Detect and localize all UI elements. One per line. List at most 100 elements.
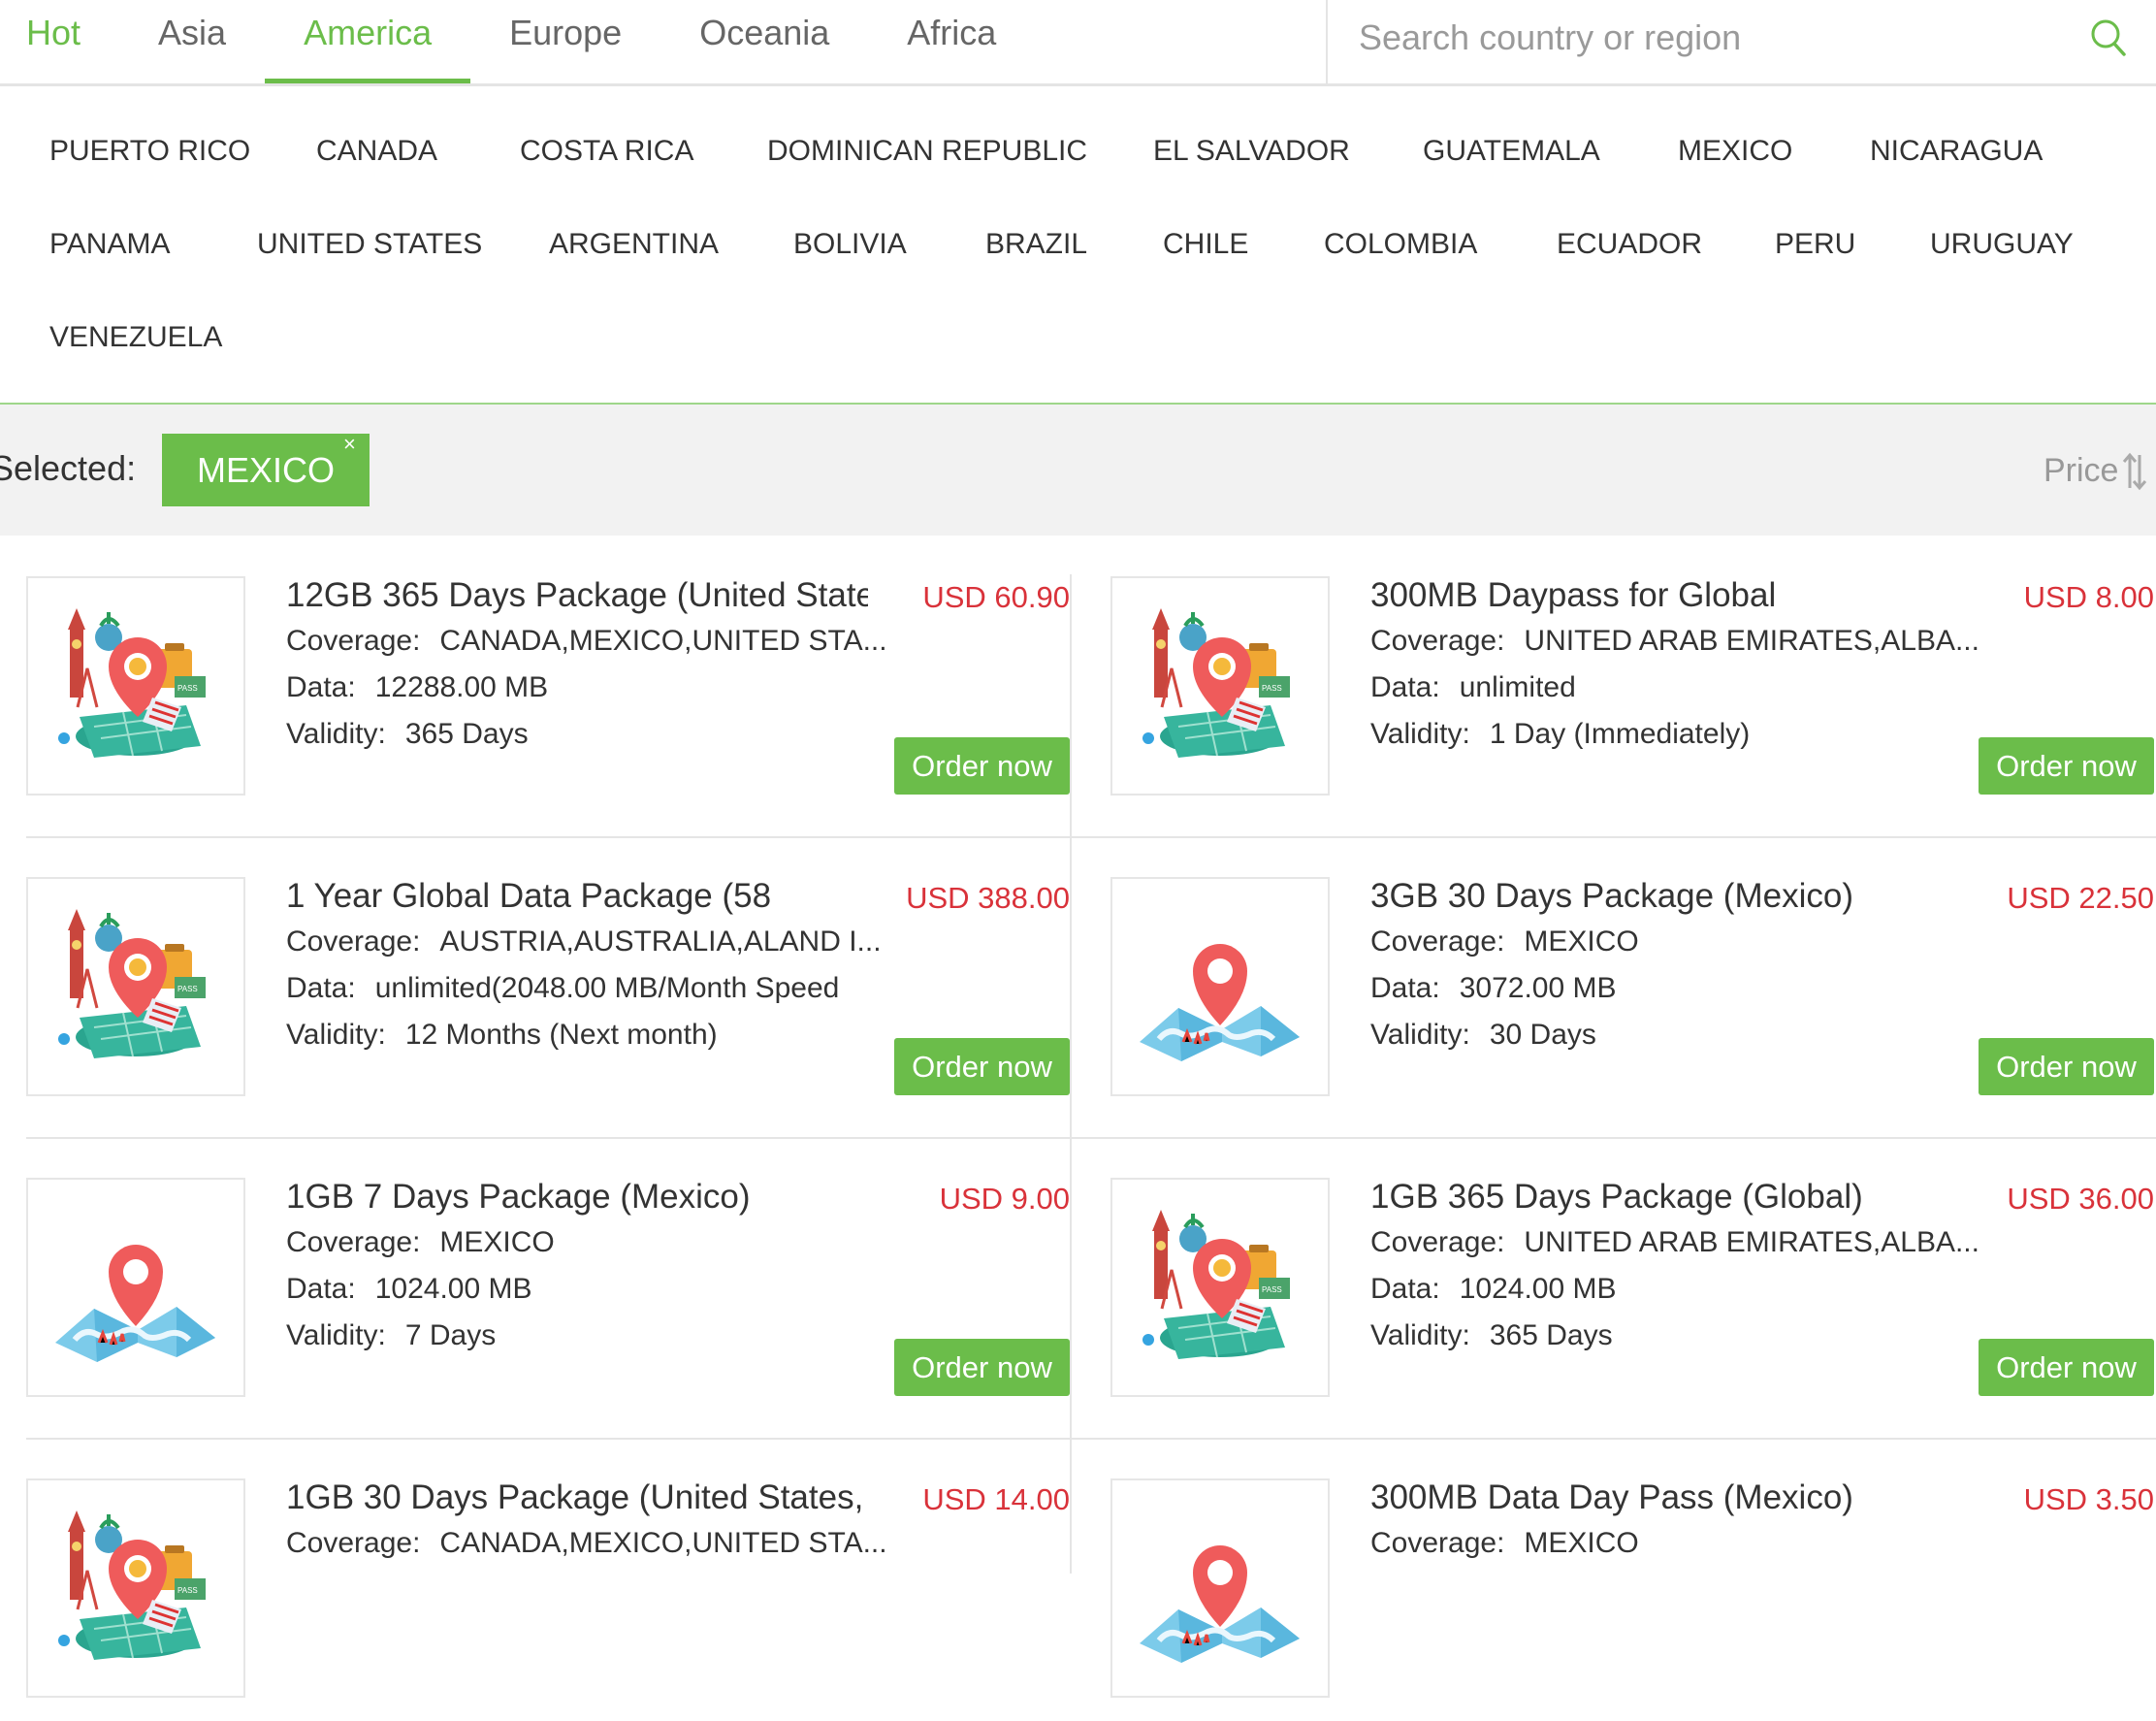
data-row: Data: unlimited [1370, 671, 1576, 704]
package-title[interactable]: 1GB 7 Days Package (Mexico) [286, 1178, 868, 1217]
coverage-value: UNITED ARAB EMIRATES,ALBA... [1524, 625, 1979, 657]
package-thumbnail[interactable]: PASS [26, 877, 245, 1096]
order-now-button[interactable]: Order now [1979, 1038, 2154, 1095]
country-guatemala[interactable]: GUATEMALA [1423, 135, 1600, 168]
validity-label: Validity: [1370, 718, 1470, 750]
country-dominican-republic[interactable]: DOMINICAN REPUBLIC [767, 135, 1087, 168]
selected-label: Selected: [0, 448, 137, 488]
data-value: unlimited(2048.00 MB/Month Speed [374, 972, 840, 1004]
package-title[interactable]: 1 Year Global Data Package (58 [286, 877, 868, 916]
validity-value: 12 Months (Next month) [404, 1019, 718, 1051]
remove-chip-icon[interactable]: × [343, 432, 356, 457]
data-row: Data: 3072.00 MB [1370, 972, 1617, 1005]
package-title[interactable]: 1GB 365 Days Package (Global) [1370, 1178, 1952, 1217]
data-row: Data: 1024.00 MB [286, 1273, 532, 1306]
package-card: PASS 300MB Daypass for Global USD 8.00 C… [1110, 576, 2154, 819]
data-value: 1024.00 MB [1459, 1273, 1617, 1305]
package-title[interactable]: 3GB 30 Days Package (Mexico) [1370, 877, 1952, 916]
validity-label: Validity: [1370, 1319, 1470, 1351]
package-thumbnail[interactable]: PASS [26, 1478, 245, 1698]
search-box [1326, 0, 2156, 83]
package-thumbnail[interactable] [1110, 877, 1330, 1096]
country-mexico[interactable]: MEXICO [1678, 135, 1792, 168]
map-pin-icon [1140, 1545, 1300, 1663]
tab-asia[interactable]: Asia [119, 0, 265, 83]
package-price: USD 8.00 [2023, 580, 2154, 614]
data-label: Data: [286, 1273, 356, 1305]
order-now-button[interactable]: Order now [894, 1339, 1070, 1396]
country-list: PUERTO RICO CANADA COSTA RICA DOMINICAN … [0, 87, 2156, 405]
validity-row: Validity: 30 Days [1370, 1019, 1596, 1052]
coverage-label: Coverage: [286, 1226, 421, 1258]
tab-america[interactable]: America [265, 0, 471, 83]
country-costa-rica[interactable]: COSTA RICA [520, 135, 693, 168]
package-price: USD 388.00 [906, 881, 1070, 915]
coverage-label: Coverage: [1370, 1226, 1505, 1258]
country-ecuador[interactable]: ECUADOR [1557, 228, 1702, 261]
package-thumbnail[interactable] [26, 1178, 245, 1397]
package-card: PASS 1 Year Global Data Package (58 USD … [26, 877, 1070, 1120]
country-peru[interactable]: PERU [1775, 228, 1855, 261]
country-united-states[interactable]: UNITED STATES [257, 228, 482, 261]
sort-arrows-icon[interactable] [2122, 451, 2147, 492]
package-title[interactable]: 300MB Daypass for Global [1370, 576, 1952, 615]
coverage-label: Coverage: [286, 925, 421, 958]
svg-text:PASS: PASS [177, 684, 198, 693]
tab-oceania[interactable]: Oceania [660, 0, 868, 83]
package-thumbnail[interactable] [1110, 1478, 1330, 1698]
country-bolivia[interactable]: BOLIVIA [793, 228, 907, 261]
order-now-button[interactable]: Order now [1979, 1339, 2154, 1396]
data-value: 1024.00 MB [374, 1273, 532, 1305]
country-chile[interactable]: CHILE [1163, 228, 1248, 261]
tab-europe[interactable]: Europe [470, 0, 660, 83]
order-now-button[interactable]: Order now [894, 737, 1070, 795]
package-title[interactable]: 300MB Data Day Pass (Mexico) [1370, 1478, 1952, 1517]
validity-value: 30 Days [1489, 1019, 1596, 1051]
svg-text:PASS: PASS [177, 1586, 198, 1595]
validity-row: Validity: 365 Days [286, 718, 529, 751]
data-label: Data: [1370, 1273, 1440, 1305]
validity-value: 7 Days [404, 1319, 497, 1351]
selected-chip-mexico[interactable]: MEXICO [162, 434, 370, 506]
coverage-row: Coverage: AUSTRIA,AUSTRALIA,ALAND I... [286, 925, 882, 958]
search-input[interactable] [1357, 8, 2059, 68]
country-brazil[interactable]: BRAZIL [985, 228, 1087, 261]
package-price: USD 60.90 [922, 580, 1070, 614]
coverage-row: Coverage: MEXICO [1370, 925, 1639, 958]
package-title[interactable]: 12GB 365 Days Package (United States, [286, 576, 868, 615]
price-sort-button[interactable]: Price [2043, 452, 2118, 490]
validity-row: Validity: 365 Days [1370, 1319, 1613, 1352]
tab-hot[interactable]: Hot [0, 0, 119, 83]
coverage-label: Coverage: [1370, 925, 1505, 958]
country-uruguay[interactable]: URUGUAY [1930, 228, 2074, 261]
country-puerto-rico[interactable]: PUERTO RICO [49, 135, 250, 168]
svg-text:PASS: PASS [1262, 1285, 1282, 1294]
search-icon[interactable] [2089, 16, 2128, 59]
country-argentina[interactable]: ARGENTINA [549, 228, 719, 261]
coverage-label: Coverage: [1370, 1527, 1505, 1559]
package-thumbnail[interactable]: PASS [1110, 576, 1330, 796]
country-panama[interactable]: PANAMA [49, 228, 170, 261]
country-nicaragua[interactable]: NICARAGUA [1870, 135, 2043, 168]
validity-row: Validity: 7 Days [286, 1319, 496, 1352]
map-pin-icon [55, 1245, 215, 1362]
package-thumbnail[interactable]: PASS [1110, 1178, 1330, 1397]
country-colombia[interactable]: COLOMBIA [1324, 228, 1477, 261]
package-thumbnail[interactable]: PASS [26, 576, 245, 796]
order-now-button[interactable]: Order now [1979, 737, 2154, 795]
order-now-button[interactable]: Order now [894, 1038, 1070, 1095]
coverage-value: UNITED ARAB EMIRATES,ALBA... [1524, 1226, 1979, 1258]
tab-africa[interactable]: Africa [868, 0, 1035, 83]
data-value: unlimited [1459, 671, 1576, 703]
travel-landmarks-icon: PASS [58, 1510, 206, 1660]
package-price: USD 22.50 [2007, 881, 2154, 915]
country-venezuela[interactable]: VENEZUELA [49, 321, 222, 354]
coverage-value: AUSTRIA,AUSTRALIA,ALAND I... [439, 925, 882, 958]
package-price: USD 14.00 [922, 1482, 1070, 1516]
package-title[interactable]: 1GB 30 Days Package (United States, [286, 1478, 868, 1517]
country-el-salvador[interactable]: EL SALVADOR [1153, 135, 1350, 168]
package-card: 1GB 7 Days Package (Mexico) USD 9.00 Cov… [26, 1178, 1070, 1420]
country-canada[interactable]: CANADA [316, 135, 437, 168]
data-label: Data: [1370, 671, 1440, 703]
package-card: PASS 12GB 365 Days Package (United State… [26, 576, 1070, 819]
